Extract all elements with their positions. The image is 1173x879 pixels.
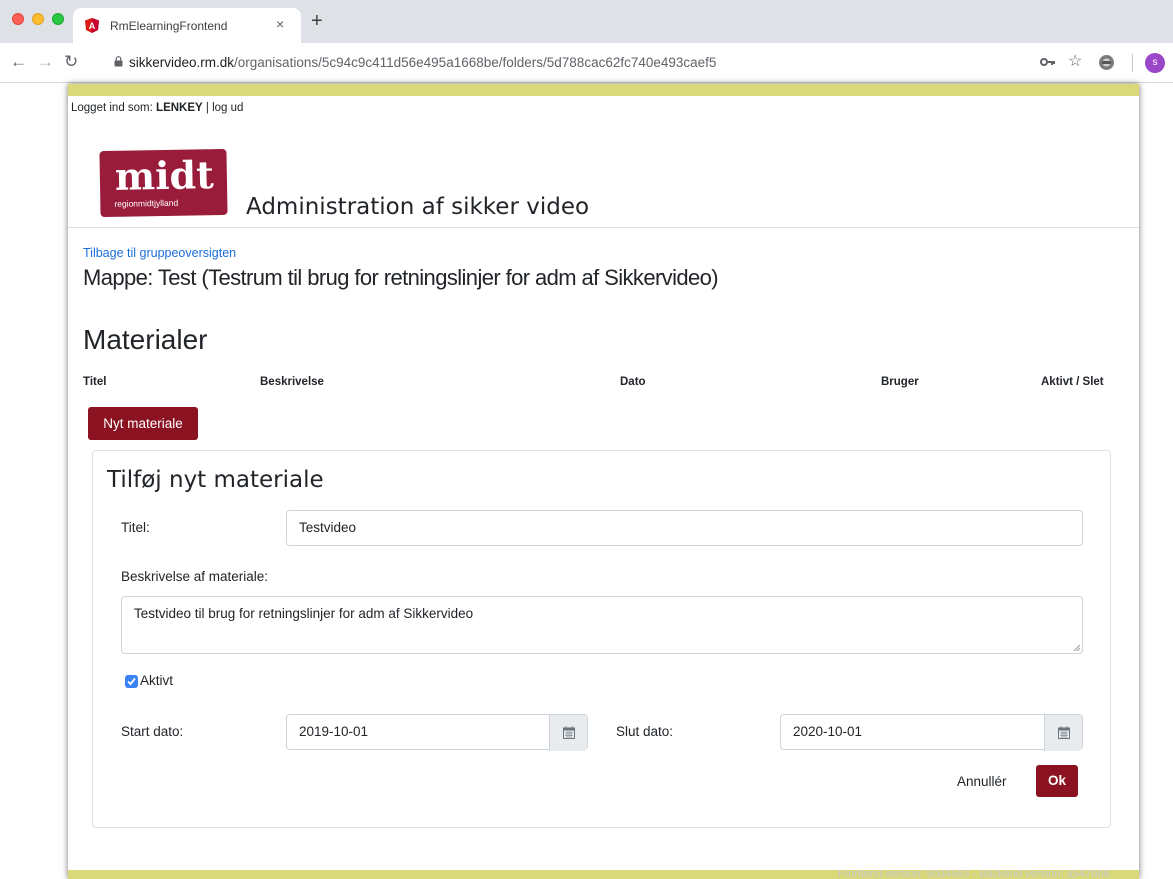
description-textarea[interactable]: Testvideo til brug for retningslinjer fo…: [121, 596, 1083, 654]
ok-button[interactable]: Ok: [1036, 765, 1078, 797]
page-container: Logget ind som: LENKEY | log ud midt reg…: [68, 84, 1139, 879]
new-material-button[interactable]: Nyt materiale: [88, 407, 198, 440]
calendar-icon: [563, 726, 575, 739]
add-material-title: Tilføj nyt materiale: [107, 467, 324, 493]
back-to-groups-link[interactable]: Tilbage til gruppeoversigten: [83, 246, 236, 260]
checkmark-icon: [127, 677, 136, 686]
column-header-date: Dato: [620, 376, 646, 388]
active-checkbox[interactable]: [125, 675, 138, 688]
angular-icon: A: [85, 18, 99, 33]
bottom-accent-bar: Frontend version: 90d4563 - Backend vers…: [68, 870, 1139, 879]
start-date-input[interactable]: 2019-10-01: [286, 714, 588, 751]
end-date-input[interactable]: 2020-10-01: [780, 714, 1083, 751]
address-bar[interactable]: sikkervideo.rm.dk/organisations/5c94c9c4…: [107, 49, 1097, 77]
extension-icon[interactable]: [1098, 54, 1115, 71]
url-host: sikkervideo.rm.dk: [129, 55, 235, 70]
avatar[interactable]: s: [1145, 53, 1165, 73]
add-material-card: Tilføj nyt materiale Titel: Testvideo Be…: [92, 450, 1111, 828]
cancel-button[interactable]: Annullér: [957, 774, 1007, 789]
star-icon[interactable]: ☆: [1068, 53, 1082, 71]
end-date-calendar-button[interactable]: [1044, 715, 1082, 751]
resize-handle-icon[interactable]: [1073, 644, 1080, 651]
column-header-active-delete: Aktivt / Slet: [1041, 376, 1104, 388]
browser-tab-bar: A RmElearningFrontend × +: [0, 0, 1173, 43]
calendar-icon: [1058, 726, 1070, 739]
materials-heading: Materialer: [83, 324, 208, 355]
start-date-calendar-button[interactable]: [549, 715, 587, 751]
close-window-button[interactable]: [12, 13, 24, 25]
region-logo: midt regionmidtjylland: [99, 148, 228, 218]
url-text: sikkervideo.rm.dk/organisations/5c94c9c4…: [129, 55, 716, 70]
logged-in-prefix: Logget ind som:: [71, 102, 153, 114]
column-header-user: Bruger: [881, 376, 919, 388]
svg-text:A: A: [89, 21, 96, 31]
logo-sub-text: regionmidtjylland: [114, 197, 179, 209]
folder-title: Mappe: Test (Testrum til brug for retnin…: [83, 265, 719, 290]
column-header-title: Titel: [83, 376, 107, 388]
start-date-value: 2019-10-01: [299, 724, 369, 739]
logout-link[interactable]: log ud: [212, 102, 243, 114]
version-info: Frontend version: 90d4563 - Backend vers…: [838, 870, 1110, 879]
title-input[interactable]: Testvideo: [286, 510, 1083, 546]
column-header-description: Beskrivelse: [260, 376, 324, 388]
logo-main-text: midt: [114, 152, 215, 199]
reload-icon[interactable]: ↻: [64, 52, 78, 72]
maximize-window-button[interactable]: [52, 13, 64, 25]
start-date-label: Start dato:: [121, 724, 184, 739]
url-path: /organisations/5c94c9c411d56e495a1668be/…: [234, 55, 717, 70]
active-label: Aktivt: [140, 673, 174, 688]
header-divider: [68, 227, 1139, 228]
end-date-label: Slut dato:: [616, 724, 674, 739]
login-status: Logget ind som: LENKEY | log ud: [71, 102, 243, 114]
description-label: Beskrivelse af materiale:: [121, 569, 269, 584]
back-icon[interactable]: ←: [10, 52, 27, 72]
browser-tab[interactable]: A RmElearningFrontend ×: [73, 8, 301, 43]
minimize-window-button[interactable]: [32, 13, 44, 25]
browser-toolbar: ← → ↻ sikkervideo.rm.dk/organisations/5c…: [0, 43, 1173, 83]
tab-close-icon[interactable]: ×: [276, 16, 284, 32]
end-date-value: 2020-10-01: [793, 724, 863, 739]
username: LENKEY: [156, 102, 203, 114]
new-tab-button[interactable]: +: [311, 11, 323, 31]
top-accent-bar: [68, 84, 1139, 96]
tab-title: RmElearningFrontend: [110, 19, 228, 33]
app-title: Administration af sikker video: [246, 194, 590, 220]
lock-icon: [114, 56, 123, 67]
logout-separator: |: [205, 102, 209, 114]
toolbar-separator: [1132, 54, 1133, 72]
description-value: Testvideo til brug for retningslinjer fo…: [134, 606, 474, 621]
title-label: Titel:: [121, 520, 150, 535]
forward-icon[interactable]: →: [37, 52, 54, 72]
key-icon[interactable]: [1040, 57, 1056, 67]
